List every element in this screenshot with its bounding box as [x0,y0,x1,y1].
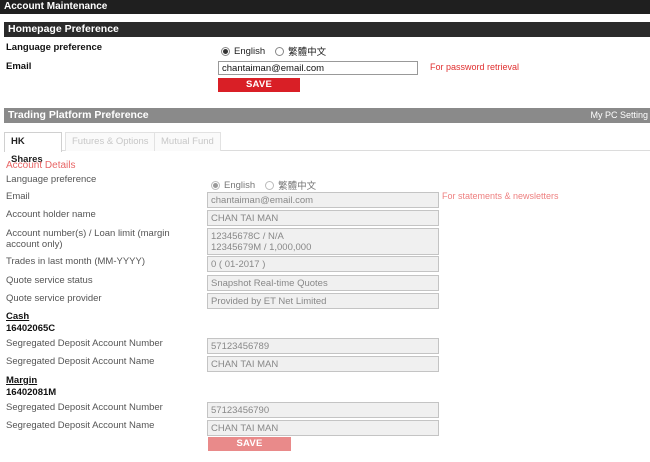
trading-language-label: Language preference [6,174,97,185]
trading-preference-title: Trading Platform Preference [8,109,149,121]
tab-futures-options[interactable]: Futures & Options [65,132,156,151]
homepage-language-chinese-label: 繁體中文 [288,47,327,58]
homepage-email-label: Email [6,61,32,72]
margin-heading: Margin [6,375,38,386]
homepage-language-english-label: English [234,45,266,57]
homepage-email-note: For password retrieval [430,62,520,72]
margin-seg-name-field: CHAN TAI MAN [207,420,439,436]
trading-language-english-radio[interactable] [211,180,220,190]
my-pc-setting-link[interactable]: My PC Setting [590,108,648,123]
margin-account-number: 16402081M [6,387,57,398]
homepage-language-radio-group: English 繁體中文 [221,44,336,58]
quote-provider-field: Provided by ET Net Limited [207,293,439,309]
trading-email-label: Email [6,191,30,202]
cash-seg-number-label: Segregated Deposit Account Number [6,338,163,349]
quote-provider-label: Quote service provider [6,293,102,304]
cash-account-number: 16402065C [6,323,56,334]
account-numbers-field: 12345678C / N/A 12345679M / 1,000,000 [207,228,439,255]
trading-language-chinese-label: 繁體中文 [278,181,317,192]
account-number-margin: 12345679M / 1,000,000 [211,242,312,253]
homepage-language-chinese-radio[interactable] [275,46,285,56]
margin-seg-number-field: 57123456790 [207,402,439,418]
cash-seg-number-field: 57123456789 [207,338,439,354]
cash-seg-name-label: Segregated Deposit Account Name [6,356,155,367]
quote-status-field: Snapshot Real-time Quotes [207,275,439,291]
tab-mutual-fund[interactable]: Mutual Fund [154,132,221,151]
cash-seg-name-field: CHAN TAI MAN [207,356,439,372]
homepage-email-input[interactable] [218,61,418,75]
trading-tabs: HK Shares Futures & Options Mutual Fund [4,132,650,165]
holder-name-label: Account holder name [6,209,96,220]
homepage-language-english-radio[interactable] [221,46,230,56]
trading-save-button[interactable]: SAVE CHANGES [208,437,291,462]
homepage-language-label: Language preference [6,42,103,53]
page-title: Account Maintenance [0,0,650,14]
homepage-preference-title: Homepage Preference [8,23,119,35]
trading-email-field: chantaiman@email.com [207,192,439,208]
trading-preference-header: Trading Platform Preference My PC Settin… [4,108,650,123]
tab-hk-shares[interactable]: HK Shares [4,132,62,165]
trading-language-chinese-radio[interactable] [265,180,275,190]
trading-language-english-label: English [224,179,256,191]
account-details-heading: Account Details [6,160,76,171]
cash-heading: Cash [6,311,30,322]
account-number-cash: 12345678C / N/A [211,231,284,242]
account-numbers-label-line2: account only) [6,239,63,250]
margin-seg-number-label: Segregated Deposit Account Number [6,402,163,413]
quote-status-label: Quote service status [6,275,93,286]
trades-last-month-field: 0 ( 01-2017 ) [207,256,439,272]
homepage-save-button[interactable]: SAVE CHANGES [218,78,300,104]
margin-seg-name-label: Segregated Deposit Account Name [6,420,155,431]
trading-language-radio-group: English 繁體中文 [211,178,326,192]
trading-email-note: For statements & newsletters [442,191,559,201]
trades-last-month-label: Trades in last month (MM-YYYY) [6,256,146,267]
homepage-preference-header: Homepage Preference [4,22,650,37]
holder-name-field: CHAN TAI MAN [207,210,439,226]
